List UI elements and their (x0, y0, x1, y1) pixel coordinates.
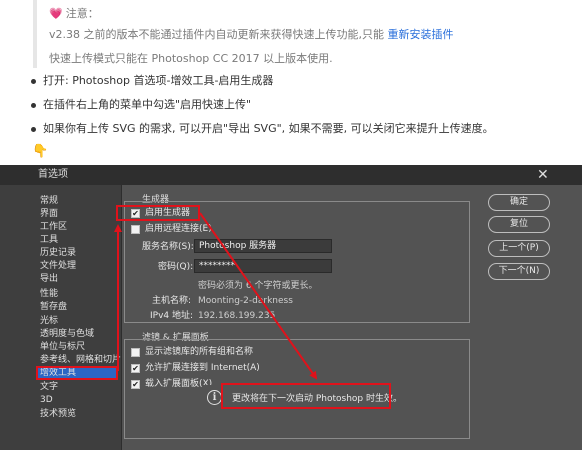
annotation-arrows (114, 212, 318, 380)
arrow-generator-to-notice (199, 212, 318, 380)
